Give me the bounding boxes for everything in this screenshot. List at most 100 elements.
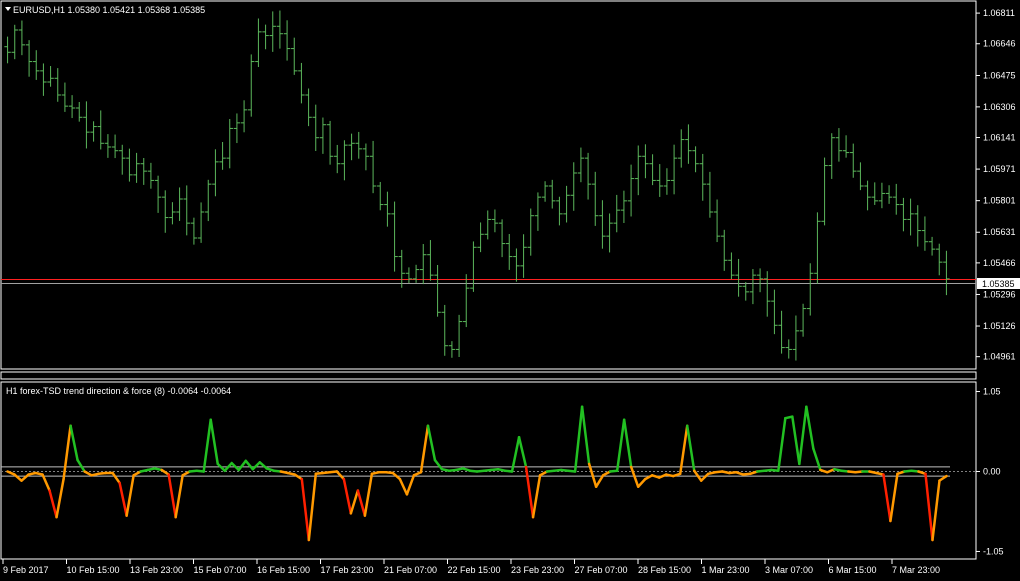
price-bar (470, 241, 477, 292)
price-bar (68, 95, 76, 119)
price-bar (477, 222, 484, 253)
price-lines (1, 279, 976, 284)
price-bar (606, 213, 613, 253)
price-bar (541, 181, 549, 202)
chart-canvas[interactable]: 1.068111.066461.064751.063061.061411.059… (0, 0, 1020, 581)
price-bar (455, 314, 463, 357)
time-tick-label: 15 Feb 07:00 (194, 565, 247, 575)
symbol-header[interactable]: EURUSD,H1 1.05380 1.05421 1.05368 1.0538… (5, 5, 205, 15)
price-axis[interactable]: 1.06811 1.06646 1.06475 1.06306 1.06141 1.059… (976, 8, 1016, 362)
price-tick-label: 1.06306 (983, 102, 1016, 112)
indicator-line (6, 405, 948, 542)
price-bar (764, 271, 771, 317)
indicator-segment (300, 477, 311, 542)
indicator-segment (791, 415, 801, 466)
price-bar (857, 162, 864, 191)
price-tick-label: 1.05126 (983, 321, 1016, 331)
indicator-tick-label: 0.00 (983, 467, 1001, 477)
price-tick-label: 1.06475 (983, 71, 1016, 81)
indicator-segment (398, 477, 409, 496)
price-bar (871, 182, 878, 205)
indicator-segment (111, 471, 121, 485)
price-tick-label: 1.05631 (983, 227, 1016, 237)
indicator-segment (167, 473, 177, 519)
price-bar (226, 119, 233, 169)
indicator-segment (363, 472, 374, 517)
price-bar (663, 168, 671, 195)
price-bar (756, 268, 764, 293)
indicator-segment (777, 416, 787, 472)
price-bar (498, 219, 506, 258)
price-bar (47, 66, 54, 87)
indicator-segment (699, 472, 710, 482)
price-bar (936, 243, 943, 276)
indicator-segment (931, 479, 941, 542)
time-tick-label: 13 Feb 23:00 (130, 565, 183, 575)
price-bar (749, 269, 757, 305)
price-bar (900, 197, 907, 232)
price-bar (570, 162, 577, 211)
price-bar (828, 133, 835, 179)
price-bar (434, 265, 441, 317)
price-bar (119, 144, 126, 175)
indicator-segment (342, 477, 353, 515)
price-bar (785, 339, 792, 359)
indicator-segment (938, 474, 948, 482)
price-bar (513, 248, 520, 282)
price-bar (491, 209, 499, 233)
price-tick-label: 1.05466 (983, 258, 1016, 268)
time-axis[interactable]: 9 Feb 2017 10 Feb 15:00 13 Feb 23:00 15 Feb… (2, 559, 940, 575)
indicator-segment (356, 489, 367, 517)
indicator-segment (13, 473, 23, 482)
price-bar (176, 187, 183, 221)
indicator-tick-label: -1.05 (983, 546, 1004, 556)
price-bar (362, 143, 370, 171)
price-bar (670, 144, 678, 195)
price-bar (412, 264, 420, 283)
indicator-title: H1 forex-TSD trend direction & force (8)… (6, 386, 231, 396)
price-bar (154, 175, 162, 213)
time-tick-label: 3 Mar 07:00 (765, 565, 813, 575)
price-bar (126, 148, 133, 182)
price-bar (448, 341, 456, 358)
indicator-segment (202, 418, 212, 473)
price-bar (484, 210, 491, 240)
price-bar (713, 199, 721, 243)
price-bar (391, 201, 398, 272)
indicator-axis[interactable]: 1.05 0.00 -1.05 (976, 387, 1004, 557)
indicator-segment (209, 418, 219, 466)
price-bar (97, 110, 104, 150)
price-tick-label: 1.06646 (983, 39, 1016, 49)
price-bar (534, 192, 542, 231)
price-bar (276, 10, 284, 49)
dropdown-triangle-icon[interactable] (5, 7, 11, 11)
price-bar (599, 200, 606, 249)
price-tick-label: 1.05296 (983, 289, 1016, 299)
price-bar (398, 249, 405, 288)
price-bar (233, 113, 241, 144)
price-tick-label: 1.06811 (983, 8, 1015, 18)
indicator-segment (125, 474, 135, 517)
indicator-segment (685, 424, 696, 472)
price-bar (506, 233, 513, 270)
indicator-segment (889, 472, 899, 523)
panel-separator[interactable] (0, 371, 977, 380)
price-bar (240, 100, 248, 133)
symbol-info: EURUSD,H1 1.05380 1.05421 1.05368 1.0538… (13, 5, 205, 15)
price-bar (205, 179, 212, 222)
indicator-segment (307, 472, 318, 542)
price-bar (334, 144, 341, 174)
price-bar (792, 315, 800, 361)
time-tick-label: 10 Feb 15:00 (67, 565, 120, 575)
indicator-segment (419, 424, 430, 474)
price-bar (133, 152, 140, 183)
price-bar (835, 128, 843, 162)
mt4-chart-window: 1.06811 1.06646 1.06475 1.06306 1.06141 1.059… (0, 0, 1020, 581)
time-tick-label: 7 Mar 23:00 (892, 565, 940, 575)
price-bar (799, 303, 807, 337)
price-bar (427, 240, 434, 281)
price-bar (248, 54, 255, 117)
price-bar (54, 68, 61, 102)
price-bar (850, 143, 857, 178)
price-bar (183, 185, 190, 236)
